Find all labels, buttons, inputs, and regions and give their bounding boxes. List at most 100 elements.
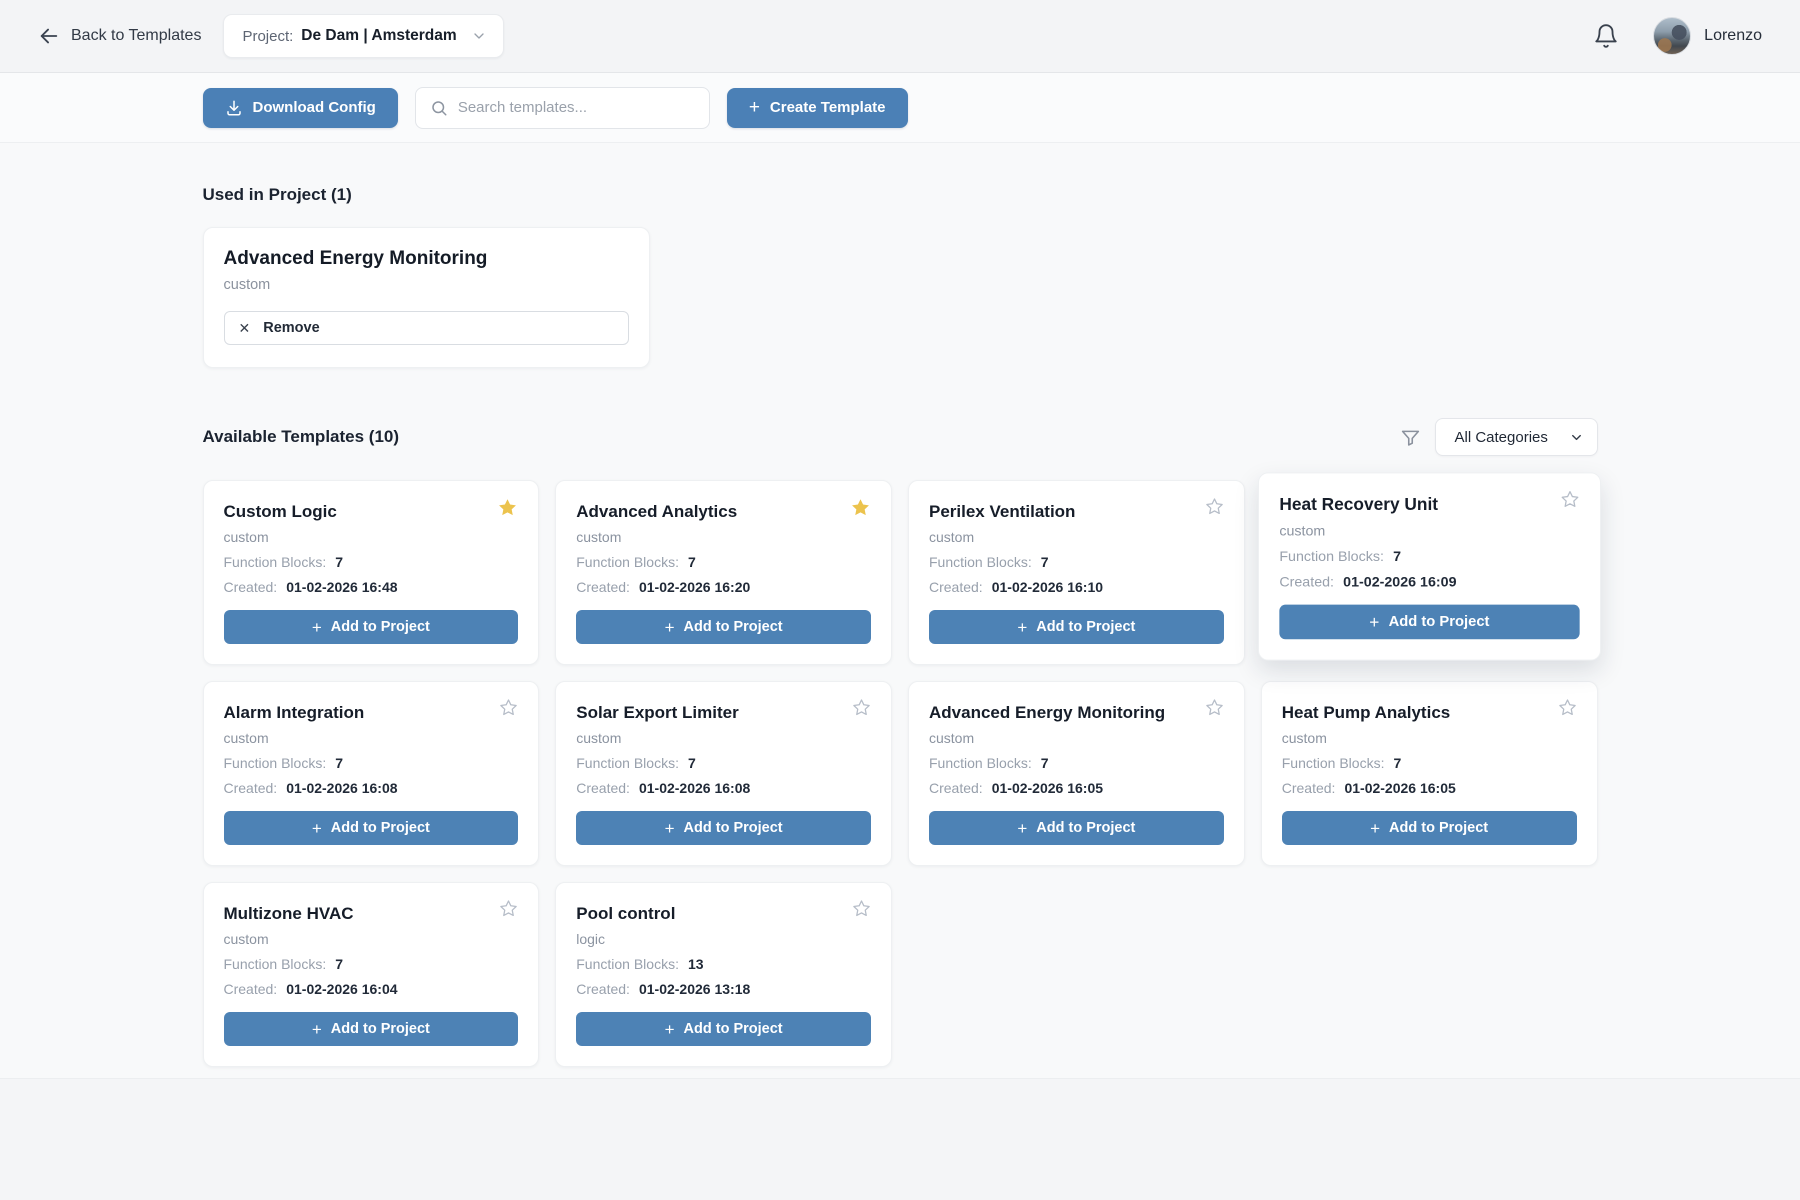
template-card: Advanced Energy Monitoring custom Functi… — [908, 681, 1245, 866]
category-filter-select[interactable]: All Categories — [1435, 418, 1598, 456]
download-config-button[interactable]: Download Config — [203, 88, 398, 128]
function-blocks-value: 7 — [335, 554, 343, 570]
user-menu[interactable]: Lorenzo — [1653, 17, 1762, 55]
template-card: Perilex Ventilation custom Function Bloc… — [908, 480, 1245, 665]
function-blocks-label: Function Blocks: — [576, 956, 679, 972]
add-to-project-label: Add to Project — [331, 1021, 430, 1037]
template-category: custom — [224, 730, 519, 746]
project-name: De Dam | Amsterdam — [301, 27, 456, 45]
created-value: 01-02-2026 13:18 — [639, 981, 750, 997]
template-card: Alarm Integration custom Function Blocks… — [203, 681, 540, 866]
project-selector[interactable]: Project: De Dam | Amsterdam — [223, 14, 503, 58]
add-to-project-button[interactable]: + Add to Project — [576, 610, 871, 644]
template-category: logic — [576, 931, 871, 947]
add-to-project-button[interactable]: + Add to Project — [224, 610, 519, 644]
function-blocks-label: Function Blocks: — [224, 755, 327, 771]
plus-icon: + — [749, 98, 760, 117]
add-to-project-button[interactable]: + Add to Project — [1282, 811, 1577, 845]
project-label: Project: — [242, 28, 293, 45]
toolbar: Download Config + Create Template — [0, 73, 1800, 143]
star-icon[interactable] — [1560, 490, 1579, 509]
remove-label: Remove — [263, 320, 319, 336]
function-blocks-label: Function Blocks: — [576, 554, 679, 570]
search-icon — [430, 99, 448, 117]
search-input[interactable] — [458, 99, 695, 116]
star-icon[interactable] — [499, 698, 518, 717]
star-icon[interactable] — [1205, 497, 1224, 516]
star-icon[interactable] — [497, 497, 518, 518]
template-card: Heat Recovery Unit custom Function Block… — [1258, 472, 1601, 660]
add-to-project-label: Add to Project — [684, 1021, 783, 1037]
add-to-project-button[interactable]: + Add to Project — [224, 1012, 519, 1046]
plus-icon: + — [665, 619, 675, 636]
created-value: 01-02-2026 16:08 — [639, 780, 750, 796]
created-label: Created: — [576, 981, 630, 997]
template-title: Alarm Integration — [224, 700, 365, 723]
add-to-project-button[interactable]: + Add to Project — [1279, 605, 1579, 640]
add-to-project-button[interactable]: + Add to Project — [576, 811, 871, 845]
created-label: Created: — [224, 780, 278, 796]
star-icon[interactable] — [852, 698, 871, 717]
function-blocks-label: Function Blocks: — [1279, 548, 1384, 564]
back-to-templates-label: Back to Templates — [71, 27, 201, 45]
function-blocks-label: Function Blocks: — [1282, 755, 1385, 771]
plus-icon: + — [312, 1021, 322, 1038]
function-blocks-label: Function Blocks: — [576, 755, 679, 771]
template-category: custom — [929, 529, 1224, 545]
used-in-project-heading: Used in Project (1) — [203, 185, 1598, 205]
function-blocks-value: 13 — [688, 956, 704, 972]
add-to-project-button[interactable]: + Add to Project — [576, 1012, 871, 1046]
add-to-project-label: Add to Project — [1036, 820, 1135, 836]
template-card: Advanced Analytics custom Function Block… — [555, 480, 892, 665]
function-blocks-label: Function Blocks: — [224, 554, 327, 570]
created-value: 01-02-2026 16:20 — [639, 579, 750, 595]
created-label: Created: — [224, 981, 278, 997]
add-to-project-button[interactable]: + Add to Project — [224, 811, 519, 845]
chevron-down-icon — [465, 28, 487, 44]
plus-icon: + — [312, 820, 322, 837]
star-icon[interactable] — [850, 497, 871, 518]
template-title: Heat Pump Analytics — [1282, 700, 1450, 723]
main-content: Used in Project (1) Advanced Energy Moni… — [203, 143, 1598, 1067]
template-title: Perilex Ventilation — [929, 499, 1075, 522]
add-to-project-button[interactable]: + Add to Project — [929, 811, 1224, 845]
template-card: Custom Logic custom Function Blocks: 7 C… — [203, 480, 540, 665]
star-icon[interactable] — [1205, 698, 1224, 717]
function-blocks-value: 7 — [1041, 554, 1049, 570]
created-label: Created: — [929, 579, 983, 595]
star-icon[interactable] — [1558, 698, 1577, 717]
create-template-label: Create Template — [770, 99, 886, 116]
template-category: custom — [224, 529, 519, 545]
created-label: Created: — [576, 780, 630, 796]
template-card: Solar Export Limiter custom Function Blo… — [555, 681, 892, 866]
back-to-templates-link[interactable]: Back to Templates — [38, 25, 201, 47]
function-blocks-label: Function Blocks: — [224, 956, 327, 972]
created-value: 01-02-2026 16:05 — [1344, 780, 1455, 796]
remove-button[interactable]: ✕ Remove — [224, 311, 629, 345]
download-config-label: Download Config — [253, 99, 376, 116]
create-template-button[interactable]: + Create Template — [727, 88, 908, 128]
filter-funnel-icon[interactable] — [1400, 427, 1421, 448]
star-icon[interactable] — [499, 899, 518, 918]
search-box — [415, 87, 710, 129]
template-category: custom — [1279, 522, 1579, 538]
function-blocks-value: 7 — [688, 554, 696, 570]
created-value: 01-02-2026 16:08 — [286, 780, 397, 796]
add-to-project-button[interactable]: + Add to Project — [929, 610, 1224, 644]
created-label: Created: — [224, 579, 278, 595]
add-to-project-label: Add to Project — [1389, 820, 1488, 836]
function-blocks-value: 7 — [1041, 755, 1049, 771]
template-title: Custom Logic — [224, 499, 337, 522]
used-template-title: Advanced Energy Monitoring — [224, 248, 629, 270]
star-icon[interactable] — [852, 899, 871, 918]
plus-icon: + — [665, 820, 675, 837]
template-title: Solar Export Limiter — [576, 700, 738, 723]
add-to-project-label: Add to Project — [331, 820, 430, 836]
notifications-bell-icon[interactable] — [1593, 23, 1619, 49]
created-value: 01-02-2026 16:09 — [1343, 573, 1456, 589]
plus-icon: + — [1369, 613, 1379, 630]
template-card: Heat Pump Analytics custom Function Bloc… — [1261, 681, 1598, 866]
arrow-left-icon — [38, 25, 60, 47]
category-filter-value: All Categories — [1455, 429, 1548, 446]
template-title: Advanced Energy Monitoring — [929, 700, 1165, 723]
